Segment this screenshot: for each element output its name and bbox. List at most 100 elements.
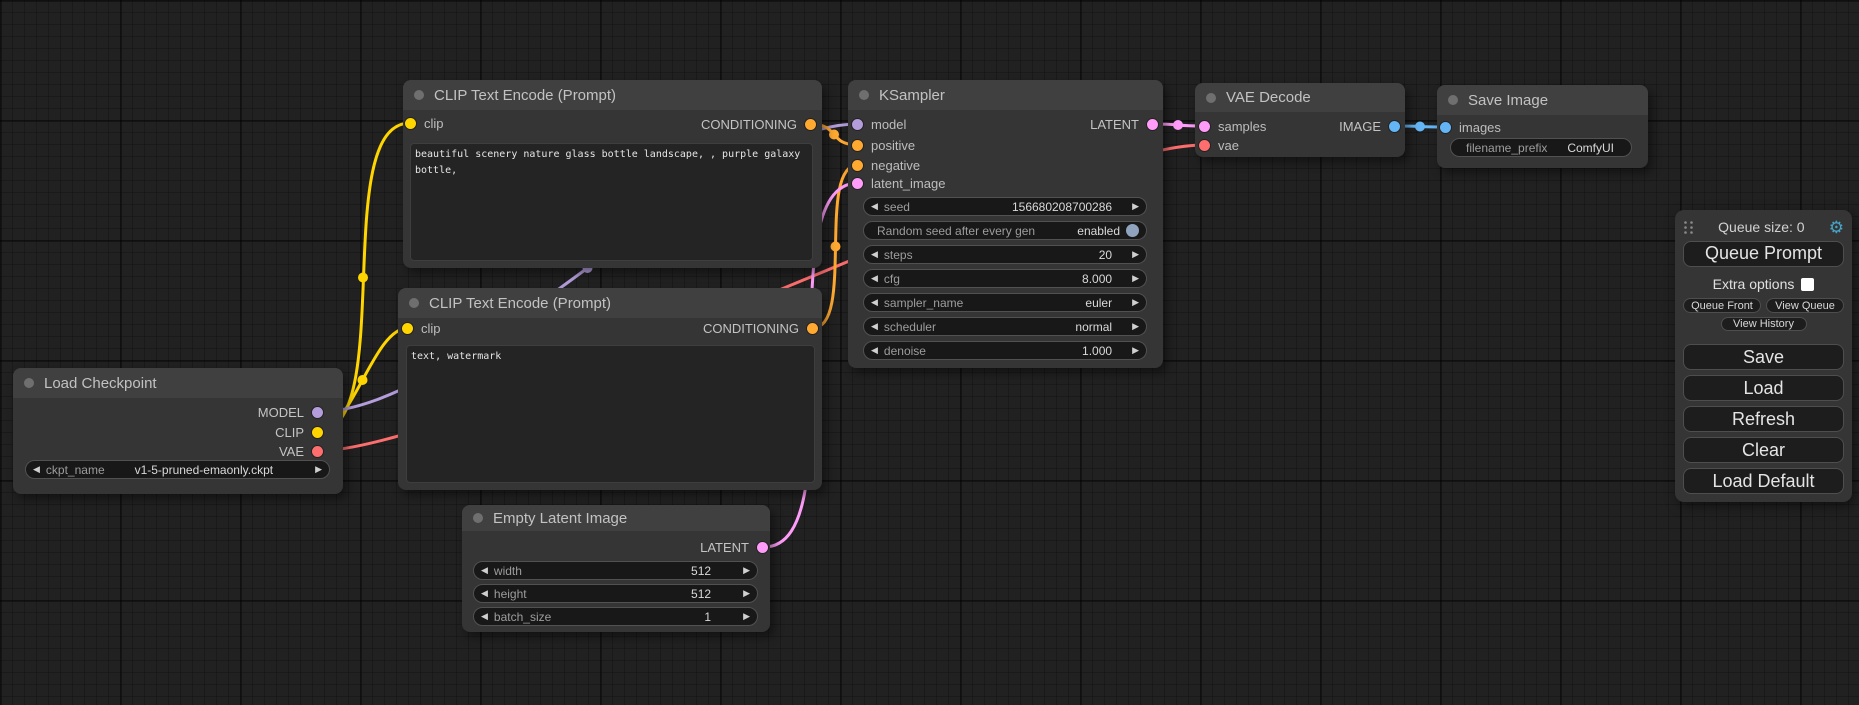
node-title-bar[interactable]: CLIP Text Encode (Prompt) — [398, 288, 822, 318]
increment-arrow-icon[interactable]: ▶ — [743, 612, 750, 621]
node-graph-canvas[interactable]: Load Checkpoint MODEL CLIP VAE ◀ ckpt_na… — [0, 0, 1859, 705]
collapse-dot-icon[interactable] — [1206, 93, 1216, 103]
clear-button[interactable]: Clear — [1683, 437, 1844, 463]
latent-image-input-dot[interactable] — [852, 178, 863, 189]
node-title: Empty Latent Image — [493, 510, 627, 527]
negative-input-dot[interactable] — [852, 160, 863, 171]
positive-prompt-textarea[interactable]: beautiful scenery nature glass bottle la… — [410, 143, 813, 261]
vae-output-dot[interactable] — [312, 446, 323, 457]
node-empty-latent-image[interactable]: Empty Latent Image LATENT ◀ width 512 ▶ … — [462, 505, 770, 632]
increment-arrow-icon[interactable]: ▶ — [1132, 274, 1139, 283]
conditioning-output-dot[interactable] — [807, 323, 818, 334]
node-vae-decode[interactable]: VAE Decode samples vae IMAGE — [1195, 83, 1405, 157]
link-midpoint-dot[interactable] — [1415, 122, 1425, 132]
extra-options-checkbox[interactable] — [1801, 278, 1814, 291]
drag-handle-icon[interactable] — [1683, 220, 1694, 235]
output-vae: VAE — [279, 441, 323, 461]
widget-width[interactable]: ◀ width 512 ▶ — [473, 561, 758, 580]
link-midpoint-dot[interactable] — [829, 130, 839, 140]
node-clip-text-encode-positive[interactable]: CLIP Text Encode (Prompt) clip CONDITION… — [403, 80, 822, 268]
widget-seed[interactable]: ◀ seed 156680208700286 ▶ — [863, 197, 1147, 216]
node-title-bar[interactable]: Load Checkpoint — [13, 368, 343, 398]
decrement-arrow-icon[interactable]: ◀ — [871, 322, 878, 331]
view-history-button[interactable]: View History — [1721, 317, 1807, 331]
samples-input-dot[interactable] — [1199, 121, 1210, 132]
node-title-bar[interactable]: CLIP Text Encode (Prompt) — [403, 80, 822, 110]
increment-arrow-icon[interactable]: ▶ — [743, 589, 750, 598]
increment-arrow-icon[interactable]: ▶ — [1132, 346, 1139, 355]
decrement-arrow-icon[interactable]: ◀ — [481, 612, 488, 621]
widget-batch-size[interactable]: ◀ batch_size 1 ▶ — [473, 607, 758, 626]
image-output-dot[interactable] — [1389, 121, 1400, 132]
save-button[interactable]: Save — [1683, 344, 1844, 370]
decrement-arrow-icon[interactable]: ◀ — [871, 298, 878, 307]
increment-arrow-icon[interactable]: ▶ — [1132, 202, 1139, 211]
node-title: KSampler — [879, 87, 945, 104]
link-midpoint-dot[interactable] — [358, 375, 368, 385]
settings-gear-icon[interactable]: ⚙ — [1829, 219, 1844, 236]
widget-cfg[interactable]: ◀ cfg 8.000 ▶ — [863, 269, 1147, 288]
widget-denoise[interactable]: ◀ denoise 1.000 ▶ — [863, 341, 1147, 360]
clip-output-dot[interactable] — [312, 427, 323, 438]
decrement-arrow-icon[interactable]: ◀ — [33, 465, 40, 474]
decrement-arrow-icon[interactable]: ◀ — [481, 566, 488, 575]
output-model: MODEL — [258, 402, 323, 422]
clip-input-dot[interactable] — [402, 323, 413, 334]
link-midpoint-dot[interactable] — [831, 242, 841, 252]
increment-arrow-icon[interactable]: ▶ — [315, 465, 322, 474]
latent-output-dot[interactable] — [757, 542, 768, 553]
widget-sampler-name[interactable]: ◀ sampler_name euler ▶ — [863, 293, 1147, 312]
vae-input-dot[interactable] — [1199, 140, 1210, 151]
increment-arrow-icon[interactable]: ▶ — [1132, 250, 1139, 259]
node-title-bar[interactable]: VAE Decode — [1195, 83, 1405, 112]
link-midpoint-dot[interactable] — [358, 273, 368, 283]
negative-prompt-textarea[interactable]: text, watermark — [406, 345, 815, 483]
decrement-arrow-icon[interactable]: ◀ — [481, 589, 488, 598]
collapse-dot-icon[interactable] — [1448, 95, 1458, 105]
node-title-bar[interactable]: KSampler — [848, 80, 1163, 110]
link-midpoint-dot[interactable] — [1173, 120, 1183, 130]
comfy-menu-panel[interactable]: Queue size: 0 ⚙ Queue Prompt Extra optio… — [1675, 210, 1852, 502]
model-input-dot[interactable] — [852, 119, 863, 130]
clip-input-dot[interactable] — [405, 118, 416, 129]
node-clip-text-encode-negative[interactable]: CLIP Text Encode (Prompt) clip CONDITION… — [398, 288, 822, 490]
increment-arrow-icon[interactable]: ▶ — [1132, 298, 1139, 307]
widget-height[interactable]: ◀ height 512 ▶ — [473, 584, 758, 603]
images-input-dot[interactable] — [1440, 122, 1451, 133]
decrement-arrow-icon[interactable]: ◀ — [871, 346, 878, 355]
widget-ckpt-name[interactable]: ◀ ckpt_name v1-5-pruned-emaonly.ckpt ▶ — [25, 460, 330, 479]
view-queue-button[interactable]: View Queue — [1766, 298, 1844, 313]
decrement-arrow-icon[interactable]: ◀ — [871, 250, 878, 259]
toggle-knob[interactable] — [1126, 224, 1139, 237]
latent-output-dot[interactable] — [1147, 119, 1158, 130]
node-title-bar[interactable]: Save Image — [1437, 85, 1648, 115]
widget-filename-prefix[interactable]: filename_prefix ComfyUI — [1450, 138, 1632, 157]
widget-scheduler[interactable]: ◀ scheduler normal ▶ — [863, 317, 1147, 336]
node-load-checkpoint[interactable]: Load Checkpoint MODEL CLIP VAE ◀ ckpt_na… — [13, 368, 343, 494]
queue-prompt-button[interactable]: Queue Prompt — [1683, 241, 1844, 267]
output-clip: CLIP — [275, 422, 323, 442]
collapse-dot-icon[interactable] — [409, 298, 419, 308]
input-clip: clip — [405, 113, 444, 133]
collapse-dot-icon[interactable] — [473, 513, 483, 523]
increment-arrow-icon[interactable]: ▶ — [1132, 322, 1139, 331]
queue-front-button[interactable]: Queue Front — [1683, 298, 1761, 313]
collapse-dot-icon[interactable] — [414, 90, 424, 100]
model-output-dot[interactable] — [312, 407, 323, 418]
load-button[interactable]: Load — [1683, 375, 1844, 401]
increment-arrow-icon[interactable]: ▶ — [743, 566, 750, 575]
node-save-image[interactable]: Save Image images filename_prefix ComfyU… — [1437, 85, 1648, 168]
conditioning-output-dot[interactable] — [805, 119, 816, 130]
refresh-button[interactable]: Refresh — [1683, 406, 1844, 432]
widget-random-seed-toggle[interactable]: Random seed after every gen enabled — [863, 221, 1147, 240]
decrement-arrow-icon[interactable]: ◀ — [871, 202, 878, 211]
positive-input-dot[interactable] — [852, 140, 863, 151]
node-ksampler[interactable]: KSampler model positive negative latent_… — [848, 80, 1163, 368]
widget-steps[interactable]: ◀ steps 20 ▶ — [863, 245, 1147, 264]
collapse-dot-icon[interactable] — [859, 90, 869, 100]
load-default-button[interactable]: Load Default — [1683, 468, 1844, 494]
decrement-arrow-icon[interactable]: ◀ — [871, 274, 878, 283]
node-title-bar[interactable]: Empty Latent Image — [462, 505, 770, 531]
queue-size-label: Queue size: 0 — [1694, 219, 1829, 235]
collapse-dot-icon[interactable] — [24, 378, 34, 388]
